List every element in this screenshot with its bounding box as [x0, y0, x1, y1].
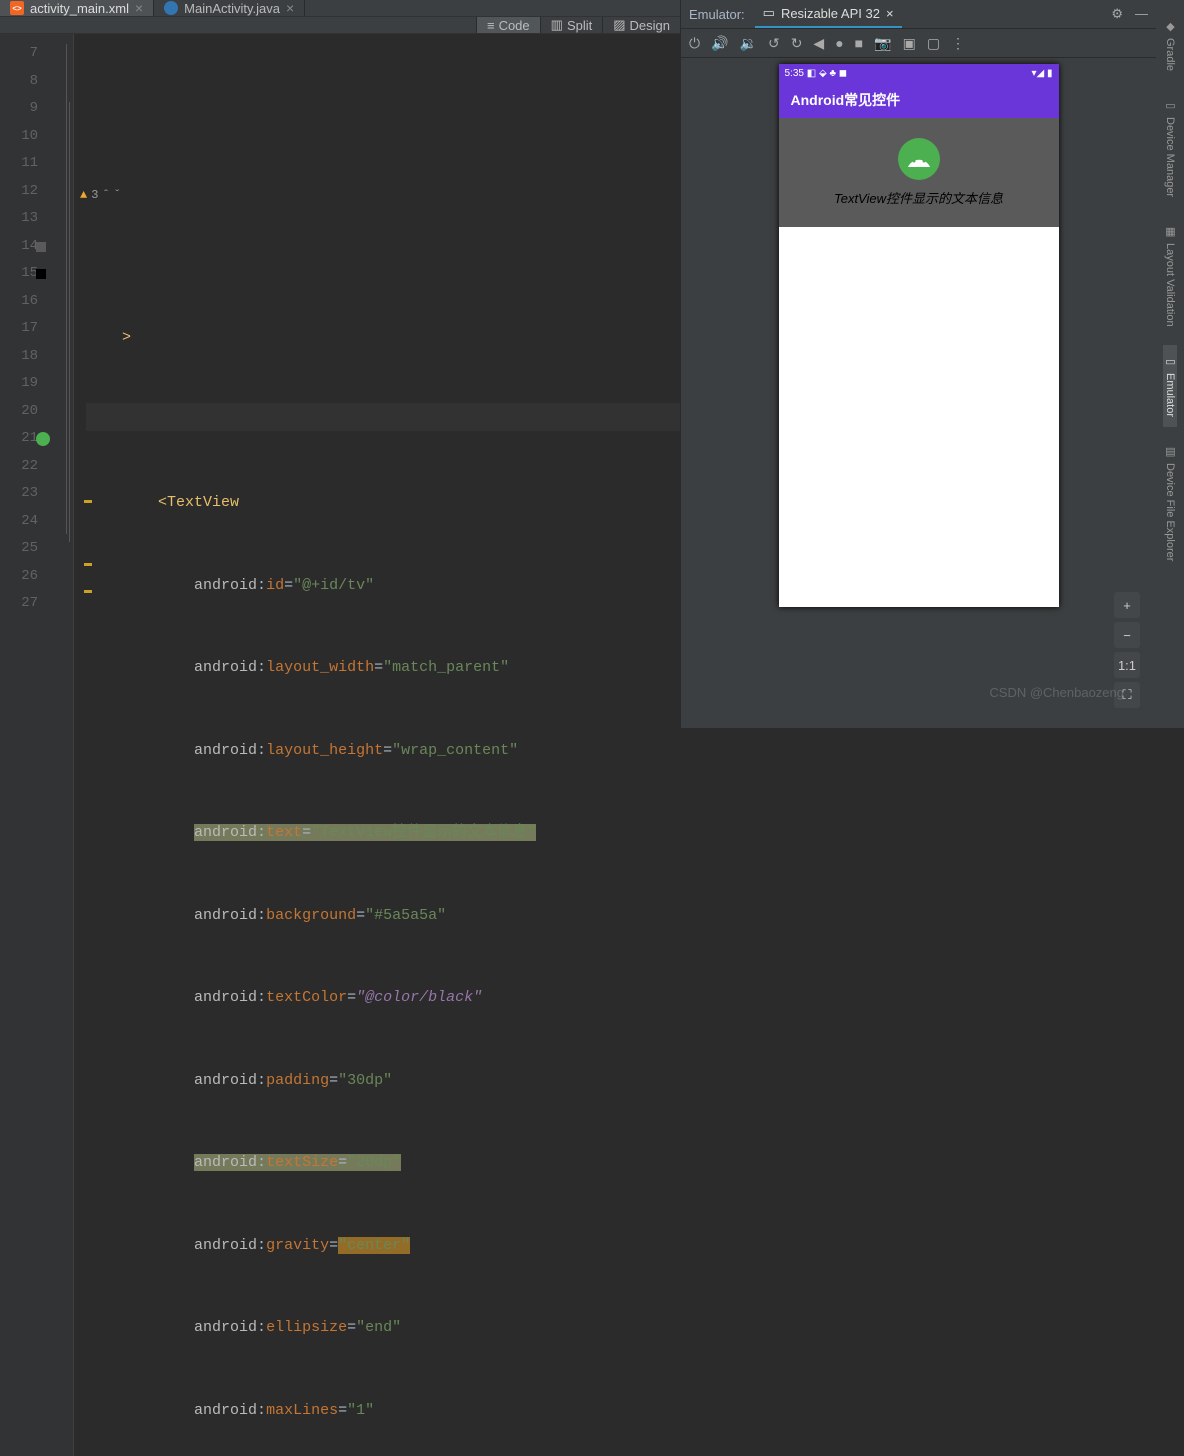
- code-icon: ≡: [487, 18, 495, 33]
- tab-label: activity_main.xml: [30, 1, 129, 16]
- device-icon: ▭: [763, 5, 775, 21]
- tab-mainactivity-java[interactable]: MainActivity.java ×: [154, 0, 305, 16]
- layout-icon: ▦: [1163, 225, 1177, 239]
- problems-indicator[interactable]: ▲3ˆˇ: [80, 182, 674, 210]
- editor-tabs: <> activity_main.xml × MainActivity.java…: [0, 0, 680, 16]
- fold-icon[interactable]: ▢: [927, 35, 940, 52]
- line-gutter: 78910111213 14 15 1617181920 21 22232425…: [0, 34, 60, 1456]
- right-sidebar: ◆Gradle ▭Device Manager ▦Layout Validati…: [1156, 0, 1184, 728]
- color-swatch-icon: [36, 269, 46, 279]
- overview-icon[interactable]: ■: [855, 35, 863, 51]
- tab-label: MainActivity.java: [184, 1, 280, 16]
- emulator-panel: Emulator: ▭ Resizable API 32 × ⚙ — ⏻ 🔊 🔉…: [680, 0, 1156, 728]
- xml-icon: <>: [10, 1, 24, 15]
- launcher-icon: [36, 432, 50, 446]
- home-icon[interactable]: ●: [835, 35, 843, 51]
- emulator-device-tab[interactable]: ▭ Resizable API 32 ×: [755, 0, 902, 28]
- device-textview: TextView控件显示的文本信息: [779, 118, 1059, 227]
- zoom-out-button[interactable]: −: [1114, 622, 1140, 648]
- power-icon[interactable]: ⏻: [689, 35, 700, 52]
- sidebar-device-file-explorer[interactable]: ▤Device File Explorer: [1163, 435, 1177, 571]
- folder-icon: ▤: [1163, 445, 1177, 459]
- rotate-left-icon[interactable]: ↺: [768, 35, 780, 52]
- java-icon: [164, 1, 178, 15]
- volume-up-icon[interactable]: 🔊: [711, 35, 728, 52]
- device-status-bar: 5:35 ◧ ⬙ ♣ ◼▾◢ ▮: [779, 64, 1059, 82]
- gradle-icon: ◆: [1163, 20, 1177, 34]
- sidebar-device-manager[interactable]: ▭Device Manager: [1163, 89, 1177, 207]
- device-icon: ▭: [1163, 99, 1177, 113]
- sidebar-gradle[interactable]: ◆Gradle: [1163, 10, 1177, 81]
- view-split-button[interactable]: ▥Split: [540, 17, 603, 33]
- sidebar-layout-validation[interactable]: ▦Layout Validation: [1163, 215, 1177, 337]
- emulator-toolbar: ⏻ 🔊 🔉 ↺ ↻ ◀ ● ■ 📷 ▣ ▢ ⋮: [681, 28, 1156, 58]
- screenshot-icon[interactable]: ▣: [903, 35, 916, 52]
- view-code-button[interactable]: ≡Code: [476, 17, 540, 33]
- minimize-icon[interactable]: —: [1135, 6, 1148, 22]
- design-icon: ▨: [613, 17, 625, 33]
- tab-activity-main-xml[interactable]: <> activity_main.xml ×: [0, 0, 154, 16]
- sidebar-emulator[interactable]: ▭Emulator: [1163, 345, 1177, 427]
- split-icon: ▥: [551, 17, 563, 33]
- chevron-up-icon[interactable]: ˆ: [102, 182, 109, 210]
- volume-down-icon[interactable]: 🔉: [740, 35, 757, 52]
- emulator-label: Emulator:: [689, 7, 745, 22]
- camera-icon[interactable]: 📷: [874, 35, 891, 52]
- back-icon[interactable]: ◀: [813, 35, 824, 52]
- color-swatch-icon: [36, 242, 46, 252]
- close-icon[interactable]: ×: [286, 0, 294, 16]
- chevron-down-icon[interactable]: ˇ: [114, 182, 121, 210]
- close-icon[interactable]: ×: [135, 0, 143, 16]
- device-app-bar: Android常见控件: [779, 82, 1059, 118]
- code-editor[interactable]: 78910111213 14 15 1617181920 21 22232425…: [0, 34, 680, 1456]
- close-icon[interactable]: ×: [886, 6, 894, 21]
- warning-icon: ▲: [80, 182, 87, 210]
- watermark: CSDN @Chenbaozeng: [989, 685, 1124, 700]
- zoom-in-button[interactable]: +: [1114, 592, 1140, 618]
- device-frame[interactable]: 5:35 ◧ ⬙ ♣ ◼▾◢ ▮ Android常见控件 TextView控件显…: [779, 64, 1059, 607]
- gear-icon[interactable]: ⚙: [1111, 6, 1123, 22]
- more-icon[interactable]: ⋮: [951, 35, 965, 52]
- view-design-button[interactable]: ▨Design: [602, 17, 680, 33]
- fold-column[interactable]: [60, 34, 74, 1456]
- view-mode-bar: ≡Code ▥Split ▨Design: [0, 16, 680, 34]
- emulator-icon: ▭: [1163, 355, 1177, 369]
- launcher-icon: [898, 138, 940, 180]
- zoom-actual-button[interactable]: 1:1: [1114, 652, 1140, 678]
- rotate-right-icon[interactable]: ↻: [791, 35, 803, 52]
